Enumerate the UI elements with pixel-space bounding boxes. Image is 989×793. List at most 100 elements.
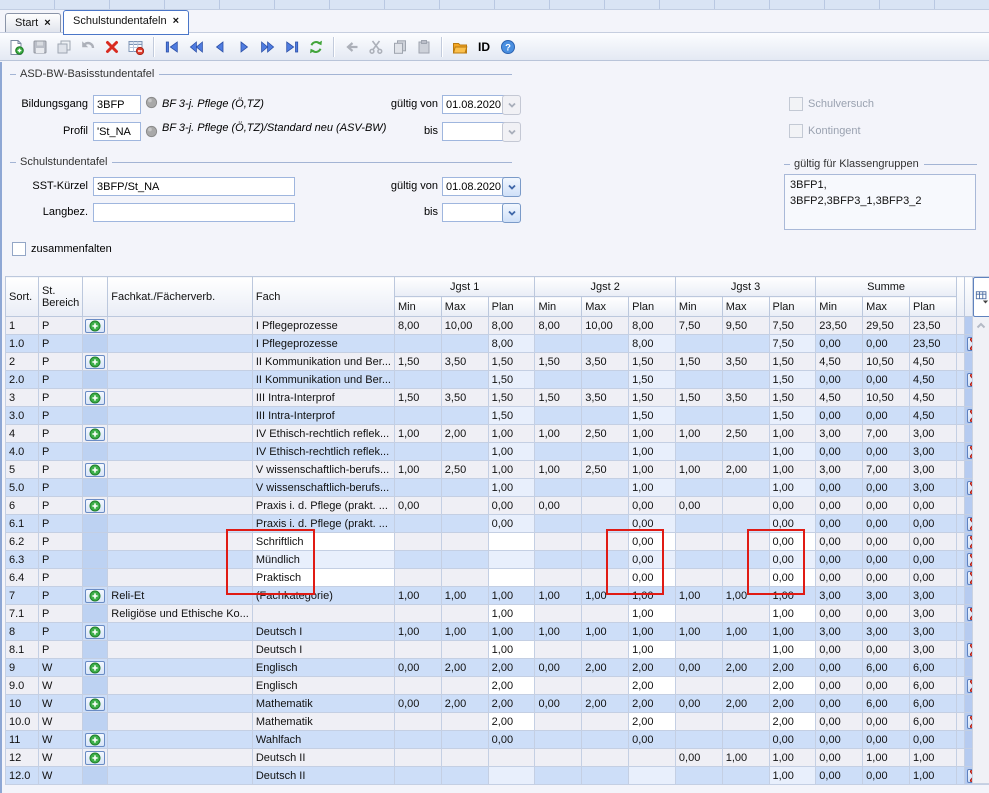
cell-value[interactable] — [488, 767, 535, 785]
cell-value[interactable]: 8,00 — [629, 335, 676, 353]
help-icon[interactable]: ? — [497, 36, 519, 58]
scroll-up-icon[interactable] — [974, 319, 988, 333]
cell-value[interactable] — [488, 533, 535, 551]
cell-value[interactable]: 1,00 — [769, 479, 816, 497]
cell-value[interactable]: 0,00 — [629, 515, 676, 533]
tab-schulstundentafeln[interactable]: Schulstundentafeln× — [63, 10, 189, 35]
expand-row-button[interactable] — [85, 355, 105, 369]
column-chooser-button[interactable] — [973, 277, 989, 317]
cell-value[interactable]: 1,00 — [769, 605, 816, 623]
cut-icon[interactable] — [365, 36, 387, 58]
cell-value: 1,00 — [910, 749, 957, 767]
expand-row-button[interactable] — [85, 625, 105, 639]
copy-icon[interactable] — [389, 36, 411, 58]
expand-row-button[interactable] — [85, 499, 105, 513]
cell-value[interactable]: 7,50 — [769, 335, 816, 353]
open-folder-icon[interactable] — [449, 36, 471, 58]
cell-fach[interactable]: Praktisch — [252, 569, 394, 587]
expand-row-button[interactable] — [85, 733, 105, 747]
next-fast-icon[interactable] — [257, 36, 279, 58]
cell-value[interactable]: 1,50 — [629, 407, 676, 425]
next-icon[interactable] — [233, 36, 255, 58]
cell-value[interactable]: 1,50 — [629, 371, 676, 389]
cell-value[interactable]: 2,00 — [488, 713, 535, 731]
delete-record-icon[interactable] — [101, 36, 123, 58]
cell-value[interactable]: 1,50 — [769, 371, 816, 389]
cell-value[interactable]: 2,00 — [629, 677, 676, 695]
cell-value[interactable]: 0,00 — [629, 569, 676, 587]
expand-row-button[interactable] — [85, 391, 105, 405]
bildungsgang-input[interactable] — [93, 95, 141, 114]
vertical-scrollbar[interactable] — [972, 276, 989, 784]
zusammenfalten-checkbox[interactable] — [12, 242, 26, 256]
cell-value[interactable]: 1,00 — [629, 443, 676, 461]
cell-value[interactable] — [488, 551, 535, 569]
cell-value[interactable]: 0,00 — [488, 515, 535, 533]
sst-kuerzel-input[interactable] — [93, 177, 295, 196]
table-remove-icon[interactable] — [125, 36, 147, 58]
cell-value — [535, 569, 582, 587]
cell-fach[interactable]: Mündlich — [252, 551, 394, 569]
first-record-icon[interactable] — [161, 36, 183, 58]
cell-value[interactable]: 1,50 — [769, 407, 816, 425]
cell-value[interactable]: 1,00 — [629, 641, 676, 659]
tab-close-icon[interactable]: × — [44, 17, 50, 29]
basis-gueltig-von-input[interactable] — [442, 95, 506, 114]
cell-sort: 2 — [6, 353, 39, 371]
cell-value[interactable]: 0,00 — [629, 551, 676, 569]
cell-value[interactable]: 1,00 — [488, 479, 535, 497]
cell-value[interactable]: 0,00 — [769, 515, 816, 533]
expand-row-button[interactable] — [85, 427, 105, 441]
sst-bis-input[interactable] — [442, 203, 506, 222]
expand-row-button[interactable] — [85, 319, 105, 333]
sst-bis-dropdown[interactable] — [502, 203, 521, 223]
duplicate-record-icon[interactable] — [53, 36, 75, 58]
cell-value[interactable]: 2,00 — [629, 713, 676, 731]
refresh-icon[interactable] — [305, 36, 327, 58]
expand-row-button[interactable] — [85, 589, 105, 603]
cell-value[interactable]: 2,00 — [488, 677, 535, 695]
cell-value[interactable]: 1,00 — [769, 767, 816, 785]
cell-value[interactable]: 1,50 — [488, 407, 535, 425]
cell-value[interactable]: 0,00 — [769, 533, 816, 551]
cell-value[interactable]: 0,00 — [629, 533, 676, 551]
cell-bereich: P — [38, 551, 82, 569]
undo-icon[interactable] — [77, 36, 99, 58]
cell-value: 3,00 — [816, 623, 863, 641]
expand-row-button[interactable] — [85, 463, 105, 477]
cell-value[interactable]: 2,00 — [769, 713, 816, 731]
expand-row-button[interactable] — [85, 697, 105, 711]
cell-fach[interactable]: Schriftlich — [252, 533, 394, 551]
last-record-icon[interactable] — [281, 36, 303, 58]
tab-close-icon[interactable]: × — [173, 15, 179, 27]
back-icon[interactable] — [341, 36, 363, 58]
expand-row-button[interactable] — [85, 751, 105, 765]
paste-icon[interactable] — [413, 36, 435, 58]
tab-start[interactable]: Start× — [5, 13, 61, 33]
cell-value[interactable]: 1,00 — [769, 641, 816, 659]
profil-input[interactable] — [93, 122, 141, 141]
cell-value[interactable] — [488, 569, 535, 587]
cell-value[interactable]: 1,00 — [629, 605, 676, 623]
sst-gueltig-von-input[interactable] — [442, 177, 506, 196]
save-icon[interactable] — [29, 36, 51, 58]
cell-value[interactable]: 1,00 — [769, 443, 816, 461]
cell-value[interactable]: 1,00 — [488, 443, 535, 461]
cell-value[interactable]: 8,00 — [488, 335, 535, 353]
expand-row-button[interactable] — [85, 661, 105, 675]
new-record-icon[interactable] — [5, 36, 27, 58]
cell-value[interactable]: 1,50 — [488, 371, 535, 389]
cell-value[interactable]: 1,00 — [488, 605, 535, 623]
cell-value[interactable]: 1,00 — [488, 641, 535, 659]
cell-value[interactable]: 2,00 — [769, 677, 816, 695]
cell-value[interactable]: 0,00 — [769, 569, 816, 587]
cell-value[interactable]: 1,00 — [629, 479, 676, 497]
prev-icon[interactable] — [209, 36, 231, 58]
cell-value[interactable]: 0,00 — [769, 551, 816, 569]
id-button[interactable]: ID — [473, 36, 495, 58]
prev-fast-icon[interactable] — [185, 36, 207, 58]
sst-gueltig-von-dropdown[interactable] — [502, 177, 521, 197]
langbez-input[interactable] — [93, 203, 295, 222]
cell-value[interactable] — [629, 767, 676, 785]
basis-bis-input[interactable] — [442, 122, 506, 141]
